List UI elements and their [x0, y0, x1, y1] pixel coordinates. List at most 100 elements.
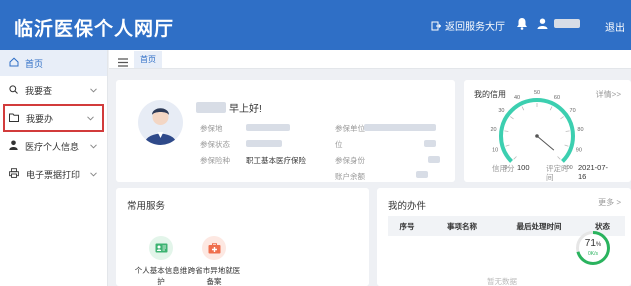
service-label: 个人基本信息维	[134, 266, 188, 275]
gauge-tick	[549, 106, 553, 111]
exit-door-icon	[431, 21, 441, 31]
column-header: 事项名称	[447, 221, 477, 231]
gauge-tick-label: 70	[570, 108, 576, 114]
sidebar-item-label: 我要查	[25, 85, 53, 96]
gauge-tick-label: 10	[492, 148, 498, 154]
label-insured-place: 参保地	[200, 124, 223, 133]
service-label: 跨省市异地就医	[187, 266, 241, 275]
gauge-hub	[535, 134, 539, 138]
chevron-down-icon	[87, 113, 94, 123]
gauge-tick	[557, 156, 561, 160]
gauge-tick-label: 60	[554, 95, 560, 101]
gauge-tick	[510, 116, 514, 120]
greeting: 早上好!	[196, 100, 262, 115]
return-hall-link[interactable]: 返回服务大厅	[431, 18, 505, 33]
redacted-value	[416, 171, 428, 178]
gauge-tick	[521, 106, 525, 111]
gauge-tick	[560, 116, 564, 120]
chevron-down-icon	[90, 85, 97, 95]
user-menu[interactable]	[537, 18, 580, 29]
medical-kit-icon	[202, 236, 226, 260]
label-account-balance: 账户余额	[335, 172, 365, 181]
return-hall-label: 返回服务大厅	[445, 22, 505, 33]
gauge-tick-label: 80	[577, 127, 583, 133]
user-name-redacted	[196, 102, 226, 113]
folder-icon	[9, 113, 19, 124]
user-name-redacted	[554, 19, 580, 28]
home-icon	[9, 57, 19, 69]
gauge-tick	[513, 156, 517, 160]
sidebar-item-label: 电子票据打印	[26, 169, 81, 180]
id-card-icon	[149, 236, 173, 260]
gauge-tick	[504, 130, 509, 132]
sidebar-item-label: 我要办	[26, 113, 54, 124]
column-header: 序号	[399, 221, 415, 231]
gauge-tick	[564, 144, 569, 147]
service-label-wrap: 护	[157, 277, 165, 286]
column-header: 状态	[595, 221, 610, 231]
services-title: 常用服务	[127, 201, 166, 212]
common-services-card: 常用服务 个人基本信息维 护 跨省市异地就医 备案	[116, 188, 369, 286]
widget-speed: 0K/s	[587, 251, 598, 257]
label-insured-identity: 参保身份	[335, 156, 365, 165]
eval-time-value: 2021-07-	[578, 163, 609, 172]
gauge-tick-label: 30	[498, 108, 504, 114]
label-insured-unit-wrap: 位	[335, 140, 343, 149]
label-insurance-type: 参保险种	[200, 156, 230, 165]
score-value: 100	[517, 163, 530, 172]
search-icon	[9, 84, 18, 96]
gauge-tick-label: 20	[490, 127, 496, 133]
sidebar-item-label: 医疗个人信息	[25, 141, 80, 152]
tab-bar: 首页	[109, 50, 631, 69]
gauge-tick-label: 90	[576, 148, 582, 154]
sidebar-item-label: 首页	[25, 58, 44, 69]
credit-card: 我的信用 详情>> 0 10 20 30 40 50 60 70 80 90 100 信用分 100…	[464, 80, 631, 182]
label-insured-status: 参保状态	[200, 140, 230, 149]
column-header: 最后处理时间	[516, 221, 562, 231]
service-personal-info[interactable]: 个人基本信息维 护	[132, 236, 190, 286]
top-header: 临沂医保个人网厅 返回服务大厅 退出	[0, 0, 631, 50]
tab-home[interactable]: 首页	[134, 51, 162, 68]
avatar	[138, 100, 183, 145]
redacted-value	[428, 156, 440, 163]
printer-icon	[9, 168, 19, 180]
redacted-value	[246, 140, 282, 147]
sidebar-item-handle[interactable]: 我要办	[3, 104, 104, 132]
score-label: 信用分	[492, 164, 515, 173]
service-label-wrap: 备案	[206, 277, 222, 286]
chevron-down-icon	[90, 169, 97, 179]
empty-state: 暂无数据	[487, 277, 517, 286]
eval-time-label-wrap: 间	[546, 173, 554, 182]
logout-button[interactable]: 退出	[605, 19, 625, 34]
speed-widget[interactable]: 71% 0K/s	[576, 231, 610, 265]
redacted-value	[246, 124, 290, 131]
personal-info-card: 早上好! 参保地 参保状态 参保险种 职工基本医疗保险 参保单位 位 参保身份 …	[116, 80, 455, 182]
gauge-needle	[536, 135, 555, 151]
bell-icon[interactable]	[516, 17, 528, 30]
insurance-type-value: 职工基本医疗保险	[246, 156, 306, 165]
label-insured-unit: 参保单位	[335, 124, 365, 133]
gauge-tick	[505, 144, 510, 147]
sidebar-item-home[interactable]: 首页	[0, 50, 107, 76]
eval-time-value-wrap: 16	[578, 172, 587, 181]
service-remote-medical[interactable]: 跨省市异地就医 备案	[185, 236, 243, 286]
person-icon	[9, 140, 18, 152]
user-icon	[537, 18, 548, 29]
cases-more-link[interactable]: 更多 >	[598, 197, 621, 208]
greeting-text: 早上好!	[229, 104, 262, 115]
app-title: 临沂医保个人网厅	[14, 19, 175, 40]
cases-title: 我的办件	[388, 201, 427, 212]
widget-percent: 71%	[584, 238, 602, 249]
gauge-tick	[565, 130, 570, 132]
sidebar-item-e-invoice[interactable]: 电子票据打印	[0, 160, 107, 188]
redacted-value	[424, 140, 436, 147]
chevron-down-icon	[90, 141, 97, 151]
sidebar-item-medical-info[interactable]: 医疗个人信息	[0, 132, 107, 160]
sidebar-item-query[interactable]: 我要查	[0, 76, 107, 104]
sidebar: 首页 我要查 我要办 医疗个人信息 电子票据打印	[0, 50, 108, 286]
redacted-value	[364, 124, 436, 131]
gauge-tick-label: 50	[534, 90, 540, 96]
gauge-tick-label: 40	[514, 95, 520, 101]
gauge-arc	[499, 98, 575, 163]
menu-toggle-icon[interactable]	[118, 54, 128, 72]
